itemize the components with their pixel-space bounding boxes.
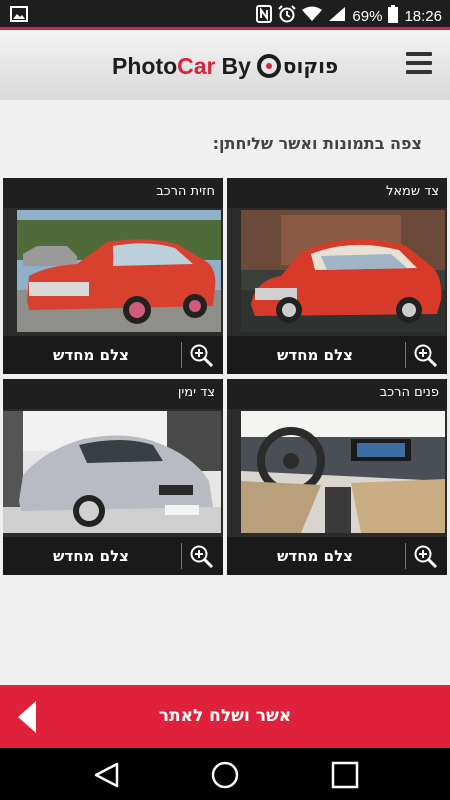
photo-card-interior: פנים הרכב צלם מחדש bbox=[227, 379, 447, 575]
focus-logo: פוקוס bbox=[256, 53, 339, 79]
wifi-icon bbox=[302, 6, 323, 26]
retake-button[interactable]: צלם מחדש bbox=[3, 537, 179, 575]
home-icon[interactable] bbox=[210, 760, 240, 790]
photo-card-left-side: צד שמאל צלם מחדש bbox=[227, 178, 447, 374]
status-bar: 69% 18:26 bbox=[0, 0, 450, 30]
card-title: צד שמאל bbox=[227, 178, 447, 208]
approve-and-send-label: אשר ושלח לאתר bbox=[158, 706, 292, 726]
instruction-text: צפה בתמונות ואשר שליחתן: bbox=[212, 134, 422, 153]
divider bbox=[181, 342, 182, 368]
system-nav-bar bbox=[0, 748, 450, 800]
brand-by: By bbox=[221, 52, 251, 79]
brand-photo: Photo bbox=[112, 52, 178, 79]
menu-button[interactable] bbox=[406, 52, 432, 74]
car-photo-right-side[interactable] bbox=[3, 411, 221, 533]
photo-card-right-side: צד ימין צלם מחדש bbox=[3, 379, 223, 575]
zoom-icon[interactable] bbox=[189, 544, 215, 570]
brand-title: Photo Car By פוקוס bbox=[112, 50, 338, 82]
hamburger-icon bbox=[406, 52, 432, 56]
card-title: פנים הרכב bbox=[227, 379, 447, 409]
app-header: Photo Car By פוקוס bbox=[0, 30, 450, 100]
zoom-icon[interactable] bbox=[189, 343, 215, 369]
zoom-icon[interactable] bbox=[413, 544, 439, 570]
card-actions: צלם מחדש bbox=[3, 336, 223, 374]
back-icon[interactable] bbox=[92, 760, 122, 790]
brand-car: Car bbox=[177, 52, 216, 79]
zoom-icon[interactable] bbox=[413, 343, 439, 369]
divider bbox=[405, 342, 406, 368]
divider bbox=[181, 543, 182, 569]
car-photo-front[interactable] bbox=[17, 210, 221, 332]
retake-button[interactable]: צלם מחדש bbox=[227, 336, 403, 374]
logo-text: פוקוס bbox=[282, 54, 339, 78]
divider bbox=[405, 543, 406, 569]
card-actions: צלם מחדש bbox=[3, 537, 223, 575]
alarm-icon bbox=[278, 5, 297, 27]
signal-icon bbox=[328, 6, 346, 26]
nfc-icon bbox=[256, 5, 273, 27]
car-photo-left-side[interactable] bbox=[241, 210, 445, 332]
retake-button[interactable]: צלם מחדש bbox=[3, 336, 179, 374]
approve-and-send-button[interactable]: אשר ושלח לאתר bbox=[0, 685, 450, 748]
card-actions: צלם מחדש bbox=[227, 336, 447, 374]
clock: 18:26 bbox=[404, 7, 442, 25]
card-title: חזית הרכב bbox=[3, 178, 223, 208]
car-photo-interior[interactable] bbox=[241, 411, 445, 533]
battery-percent: 69% bbox=[352, 7, 383, 25]
card-title: צד ימין bbox=[3, 379, 223, 409]
main-content: צפה בתמונות ואשר שליחתן: צד שמאל צלם מחד… bbox=[0, 100, 450, 685]
recents-icon[interactable] bbox=[330, 760, 360, 790]
battery-icon bbox=[388, 5, 399, 27]
photo-card-front: חזית הרכב צלם מחדש bbox=[3, 178, 223, 374]
retake-button[interactable]: צלם מחדש bbox=[227, 537, 403, 575]
card-actions: צלם מחדש bbox=[227, 537, 447, 575]
gallery-icon bbox=[10, 6, 28, 26]
